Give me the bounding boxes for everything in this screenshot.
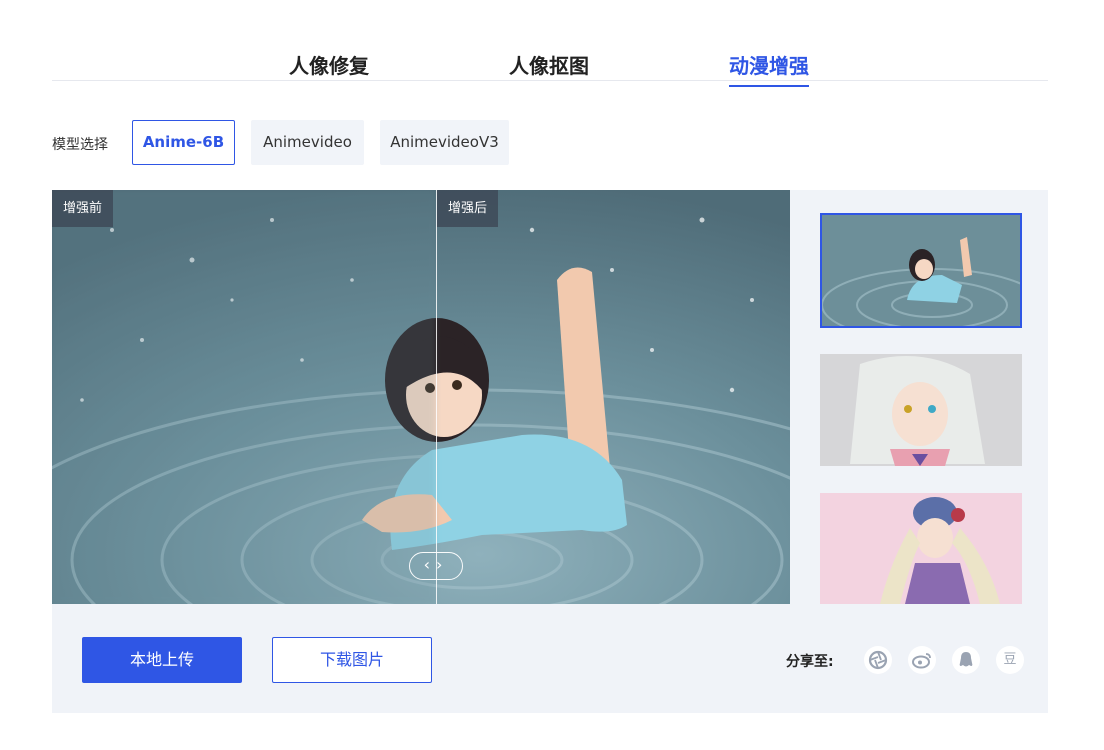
- tab-anime-enhance[interactable]: 动漫增强: [729, 50, 809, 87]
- compare-slider-handle[interactable]: ‹›: [409, 552, 463, 580]
- sample-image-3: [820, 493, 1022, 604]
- sample-thumbnail-3[interactable]: [820, 493, 1022, 604]
- sample-image-2: [820, 354, 1022, 466]
- sample-image-1: [822, 215, 1020, 326]
- after-tag: 增强后: [437, 190, 499, 227]
- tab-portrait-cutout[interactable]: 人像抠图: [509, 50, 589, 79]
- tab-bar: 人像修复 人像抠图 动漫增强: [52, 40, 1048, 87]
- download-button[interactable]: 下载图片: [272, 637, 432, 683]
- compare-viewer[interactable]: 增强前 增强后 ‹›: [52, 190, 790, 604]
- sample-thumbnail-2[interactable]: [820, 354, 1022, 466]
- sample-thumbnail-1[interactable]: [820, 213, 1022, 328]
- compare-divider: [436, 190, 437, 604]
- before-tag: 增强前: [52, 190, 114, 227]
- weibo-icon[interactable]: [908, 646, 936, 674]
- model-label: 模型选择: [52, 137, 108, 153]
- preview-panel: 增强前 增强后 ‹› 本地上传 下载图片 分享至: 豆: [52, 190, 1048, 713]
- share-label: 分享至:: [786, 654, 834, 670]
- model-option-anime-6b[interactable]: Anime-6B: [132, 120, 235, 165]
- douban-icon[interactable]: 豆: [996, 646, 1024, 674]
- model-option-animevideo[interactable]: Animevideo: [251, 120, 364, 165]
- model-option-animevideov3[interactable]: AnimevideoV3: [380, 120, 509, 165]
- compare-image: [52, 190, 790, 604]
- upload-button[interactable]: 本地上传: [82, 637, 242, 683]
- tab-portrait-restore[interactable]: 人像修复: [289, 50, 369, 79]
- camera-aperture-icon[interactable]: [864, 646, 892, 674]
- qq-icon[interactable]: [952, 646, 980, 674]
